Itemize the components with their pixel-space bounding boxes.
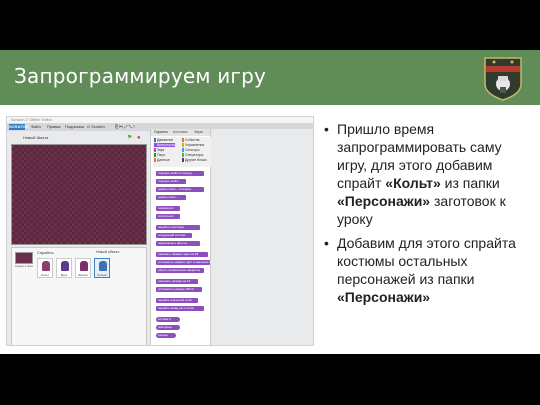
category-data[interactable]: Данные [154,158,170,162]
block-switch-costume[interactable]: перейти к костюму [156,225,200,230]
scratch-editor-screenshot: Scratch 2 Offline Editor SCRATCH Файл Пр… [6,116,314,346]
category-control[interactable]: Управление [182,143,204,147]
sprite-panel: Сцена 1 фон Спрайты Новый объект: Кольт … [11,247,147,345]
green-flag-icon[interactable]: ⚑ [127,135,132,141]
bullet-dot: • [324,235,329,251]
bullet-point-1: • Пришло время запрограммировать саму иг… [324,121,506,227]
block-costume-number[interactable]: костюм # [156,317,180,322]
block-hide[interactable]: спрятаться [156,214,180,219]
block-think[interactable]: думать Hmm... [156,195,186,200]
category-sensing[interactable]: Сенсоры [182,148,200,152]
block-next-costume[interactable]: следующий костюм [156,233,192,238]
toolbar-tools-icon[interactable]: ⎘ ✂ ⤢ ⤡ ? [115,124,135,130]
sprite-tile-selected[interactable]: Кольт2 [94,258,110,278]
block-change-size[interactable]: изменить размер на 10 [156,279,198,284]
browser-tab-title: Scratch 2 Offline Editor [11,117,53,122]
category-more-blocks[interactable]: Другие блоки [182,158,207,162]
stage-header: Новый Шахта ⚑ ● [11,134,145,142]
block-backdrop-name[interactable]: имя фона [156,325,180,330]
stop-icon[interactable]: ● [137,135,141,141]
block-change-effect[interactable]: изменить эффект цвет на 25 [156,252,208,257]
tab-sounds[interactable]: Звуки [194,130,203,135]
block-set-effect[interactable]: установить эффект цвет в значение 0 [156,260,211,265]
bullet-point-2: • Добавим для этого спрайта костюмы оста… [324,235,516,305]
block-palette: Скрипты Костюмы Звуки Движение Внешность… [150,129,211,345]
slide-title: Запрограммируем игру [14,64,267,88]
menu-about[interactable]: О Scratch [87,124,105,130]
category-sound[interactable]: Звук [154,148,164,152]
sprite-name: Шелли [78,273,88,277]
stage-thumbnail[interactable]: Сцена 1 фон [14,252,34,276]
menu-tips[interactable]: Подсказки [65,124,84,130]
block-categories: Движение Внешность Звук Перо Данные Собы… [153,137,211,167]
tab-scripts[interactable]: Скрипты [154,130,168,135]
script-area[interactable] [212,129,313,345]
category-pen[interactable]: Перо [154,153,165,157]
sprite-name: Кольт2 [97,273,107,277]
block-say-secs[interactable]: говорить Hello! 2 секунд [156,171,204,176]
slide: Запрограммируем игру Scratch 2 Offline E… [0,50,540,354]
slide-text: • Пришло время запрограммировать саму иг… [323,120,535,312]
sprites-header: Спрайты [37,250,54,255]
sprite-name: Брок [60,273,68,277]
project-title: Новый Шахта [23,135,49,140]
stage-thumbnail-label: Сцена 1 фон [15,264,33,268]
menu-edit[interactable]: Правка [47,124,61,130]
sprite-figure [80,261,88,271]
block-think-secs[interactable]: думать Hmm... 2 секунд [156,187,204,192]
block-switch-backdrop[interactable]: переключить фон на [156,241,200,246]
club-emblem-icon [484,57,522,101]
category-looks[interactable]: Внешность [154,143,176,147]
sprite-list-empty-area [37,284,147,345]
category-motion[interactable]: Движение [154,138,173,142]
slide-header: Запрограммируем игру [0,50,540,105]
scratch-logo: SCRATCH [9,124,29,130]
block-show[interactable]: показаться [156,206,180,211]
block-say[interactable]: говорить Hello! [156,179,186,184]
block-size[interactable]: размер [156,333,176,338]
sprite-tile-brok[interactable]: Брок [56,258,72,278]
block-go-back[interactable]: перейти назад на 1 слоев [156,306,204,311]
sprite-figure [42,261,50,271]
editor-tabs: Скрипты Костюмы Звуки [151,129,210,136]
new-sprite-label: Новый объект: [96,250,120,254]
menu-file[interactable]: Файл [31,124,41,130]
category-operators[interactable]: Операторы [182,153,203,157]
tab-costumes[interactable]: Костюмы [173,130,188,135]
sprite-name: Кольт [41,273,49,277]
sprite-tile-shelly[interactable]: Шелли [75,258,91,278]
sprite-tile-kolt[interactable]: Кольт [37,258,53,278]
category-events[interactable]: События [182,138,199,142]
block-go-front[interactable]: перейти в верхний слой [156,298,198,303]
sprite-figure [61,261,69,271]
sprite-figure [99,261,107,271]
bullet-dot: • [324,121,329,137]
block-clear-effects[interactable]: убрать графические эффекты [156,268,204,273]
stage-canvas[interactable] [11,144,147,245]
block-set-size[interactable]: установить размер 100 % [156,287,202,292]
